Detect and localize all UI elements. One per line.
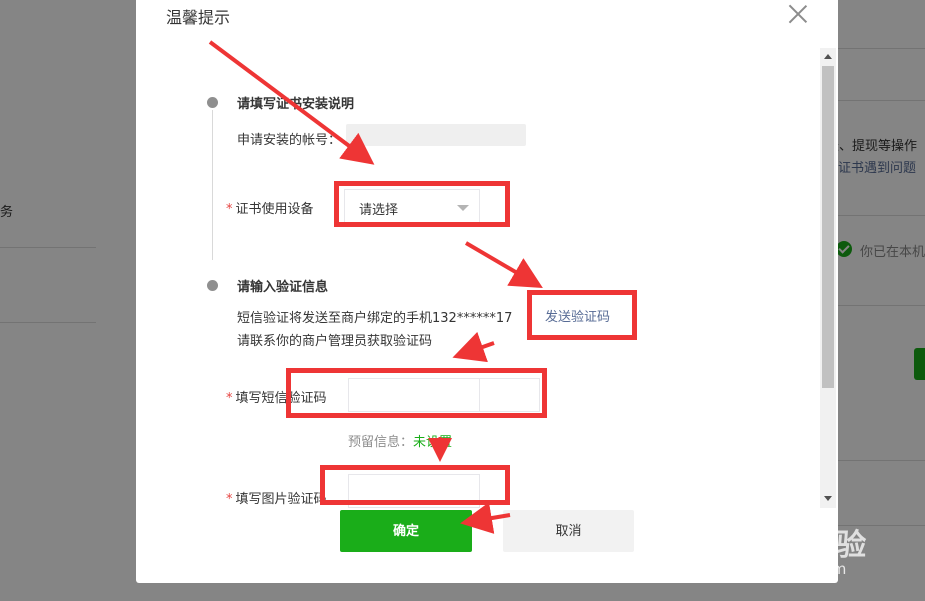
reserve-info-value: 未设置: [413, 435, 453, 450]
baidu-watermark: Baidu经验 jingyan.baidu.com: [704, 520, 904, 590]
dialog-scrollbar[interactable]: [820, 48, 836, 508]
annotation-box-image-code: [320, 465, 510, 505]
required-mark: *: [226, 492, 233, 507]
watermark-sub: jingyan.baidu.com: [708, 560, 847, 578]
required-mark: *: [226, 391, 233, 406]
blurred-account: [346, 124, 526, 146]
confirm-button[interactable]: 确定: [340, 510, 472, 552]
step-connector: [212, 110, 213, 260]
step-dot: [207, 97, 218, 108]
reserve-info-label: 预留信息：: [348, 435, 414, 450]
scroll-up-icon[interactable]: [824, 54, 832, 59]
device-label-text: 证书使用设备: [235, 202, 314, 217]
image-code-field-label: * 填写图片验证码: [226, 488, 327, 507]
scroll-down-icon[interactable]: [824, 496, 832, 501]
close-icon[interactable]: [786, 2, 810, 26]
step1-title: 请填写证书安装说明: [237, 97, 355, 112]
step2-title: 请输入验证信息: [237, 280, 329, 295]
dialog-title: 温馨提示: [166, 8, 231, 27]
annotation-box-send-code: [527, 290, 637, 340]
watermark-main: Baidu经验: [704, 528, 868, 563]
required-mark: *: [226, 202, 233, 217]
image-code-label-text: 填写图片验证码: [235, 492, 327, 507]
device-field-label: * 证书使用设备: [226, 198, 314, 217]
cancel-button[interactable]: 取消: [503, 510, 634, 552]
scroll-thumb[interactable]: [822, 66, 834, 388]
sms-notice-contact: 请联系你的商户管理员获取验证码: [237, 334, 433, 349]
step-dot: [207, 280, 218, 291]
reserve-info: 预留信息：未设置: [348, 431, 452, 450]
account-label: 申请安装的帐号：: [237, 133, 342, 148]
sms-notice: 短信验证将发送至商户绑定的手机132******17: [237, 311, 513, 326]
annotation-box-device: [334, 181, 510, 227]
annotation-box-sms: [286, 368, 547, 418]
